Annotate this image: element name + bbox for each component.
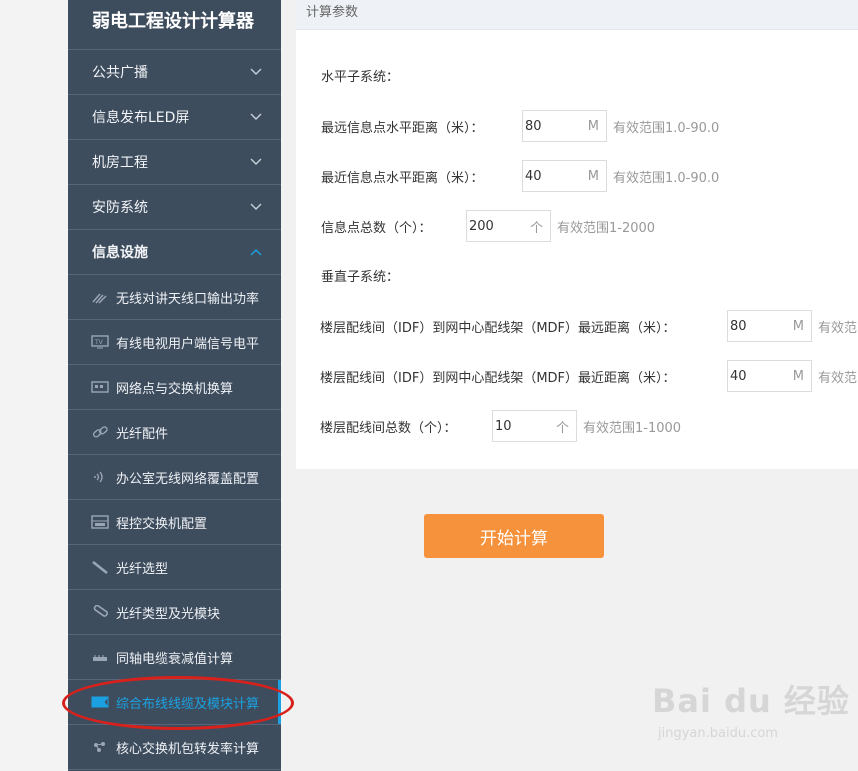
farthest-horizontal-distance-input[interactable]: M bbox=[522, 110, 607, 142]
watermark-brand: Bai du 经验 bbox=[652, 682, 850, 720]
unit-label: M bbox=[792, 368, 804, 384]
unit-label: 个 bbox=[529, 220, 543, 236]
sidebar-item-label: 综合布线线缆及模块计算 bbox=[116, 696, 260, 712]
field-row-nearest-horizontal: 最近信息点水平距离（米）： M 有效范围1.0-90.0 bbox=[321, 160, 719, 192]
info-point-total-field[interactable] bbox=[467, 218, 523, 234]
cabling-icon bbox=[90, 694, 110, 710]
baidu-watermark: Bai du 经验 jingyan.baidu.com bbox=[652, 676, 850, 741]
chevron-down-icon bbox=[249, 200, 263, 214]
field-row-nearest-idf-mdf: 楼层配线间（IDF）到网中心配线架（MDF）最近距离（米）： M 有效范 bbox=[320, 360, 857, 392]
field-row-farthest-idf-mdf: 楼层配线间（IDF）到网中心配线架（MDF）最远距离（米）： M 有效范 bbox=[320, 310, 857, 342]
sidebar-item-coax-attenuation[interactable]: 同轴电缆衰减值计算 bbox=[68, 635, 281, 680]
antenna-icon bbox=[90, 289, 110, 305]
link-icon bbox=[90, 424, 110, 440]
range-hint: 有效范围1.0-90.0 bbox=[613, 170, 720, 186]
info-point-total-input[interactable]: 个 bbox=[466, 210, 551, 242]
sidebar-category-security[interactable]: 安防系统 bbox=[68, 185, 281, 230]
sidebar-item-label: 网络点与交换机换算 bbox=[116, 381, 234, 397]
core-switch-icon bbox=[90, 739, 110, 755]
fiber-module-icon bbox=[90, 604, 110, 620]
sidebar-item-walkie-antenna-power[interactable]: 无线对讲天线口输出功率 bbox=[68, 275, 281, 320]
sidebar-item-label: 办公室无线网络覆盖配置 bbox=[116, 471, 260, 487]
sidebar-item-label: 无线对讲天线口输出功率 bbox=[116, 291, 260, 307]
wifi-icon bbox=[90, 469, 110, 485]
sidebar-item-pbx-config[interactable]: 程控交换机配置 bbox=[68, 500, 281, 545]
sidebar: 弱电工程设计计算器 公共广播 信息发布LED屏 机房工程 安防系统 信息设施 无… bbox=[68, 0, 281, 771]
sidebar-category-label: 安防系统 bbox=[92, 200, 148, 216]
field-label: 最远信息点水平距离（米）： bbox=[321, 120, 484, 136]
field-label: 楼层配线间（IDF）到网中心配线架（MDF）最近距离（米）： bbox=[320, 370, 676, 386]
sidebar-item-cable-tv-level[interactable]: TV 有线电视用户端信号电平 bbox=[68, 320, 281, 365]
nearest-idf-mdf-distance-field[interactable] bbox=[728, 368, 784, 384]
field-row-idf-total: 楼层配线间总数（个）： 个 有效范围1-1000 bbox=[320, 410, 681, 442]
sidebar-category-label: 信息发布LED屏 bbox=[92, 110, 190, 126]
watermark-url: jingyan.baidu.com bbox=[658, 726, 778, 741]
app-title: 弱电工程设计计算器 bbox=[68, 0, 281, 50]
idf-total-field[interactable] bbox=[493, 418, 549, 434]
sidebar-item-fiber-accessories[interactable]: 光纤配件 bbox=[68, 410, 281, 455]
switch-icon bbox=[90, 379, 110, 395]
calculation-panel: 计算参数 水平子系统： 最远信息点水平距离（米）： M 有效范围1.0-90.0… bbox=[296, 0, 858, 469]
field-label: 楼层配线间总数（个）： bbox=[320, 420, 457, 436]
field-label: 信息点总数（个）： bbox=[321, 220, 432, 236]
coax-icon bbox=[90, 649, 110, 665]
sidebar-category-machine-room[interactable]: 机房工程 bbox=[68, 140, 281, 185]
unit-label: M bbox=[792, 318, 804, 334]
unit-label: 个 bbox=[555, 420, 569, 436]
range-hint: 有效范围1.0-90.0 bbox=[613, 120, 720, 136]
nearest-horizontal-distance-input[interactable]: M bbox=[522, 160, 607, 192]
sidebar-item-fiber-types-modules[interactable]: 光纤类型及光模块 bbox=[68, 590, 281, 635]
pbx-icon bbox=[90, 514, 110, 530]
nearest-idf-mdf-distance-input[interactable]: M bbox=[727, 360, 812, 392]
sidebar-item-label: 程控交换机配置 bbox=[116, 516, 208, 532]
sidebar-category-label: 信息设施 bbox=[92, 245, 148, 261]
horizontal-subsystem-title: 水平子系统： bbox=[321, 70, 400, 85]
sidebar-item-fiber-selection[interactable]: 光纤选型 bbox=[68, 545, 281, 590]
chevron-down-icon bbox=[249, 155, 263, 169]
panel-header: 计算参数 bbox=[296, 0, 858, 30]
range-hint: 有效范围1-1000 bbox=[583, 420, 682, 436]
fiber-icon bbox=[90, 559, 110, 575]
sidebar-category-label: 公共广播 bbox=[92, 65, 148, 81]
sidebar-item-label: 核心交换机包转发率计算 bbox=[116, 741, 260, 757]
sidebar-category-public-broadcast[interactable]: 公共广播 bbox=[68, 50, 281, 95]
sidebar-item-label: 有线电视用户端信号电平 bbox=[116, 336, 260, 352]
sidebar-item-label: 同轴电缆衰减值计算 bbox=[116, 651, 234, 667]
field-label: 最近信息点水平距离（米）： bbox=[321, 170, 484, 186]
range-hint: 有效范围1-2000 bbox=[557, 220, 656, 236]
idf-total-input[interactable]: 个 bbox=[492, 410, 577, 442]
nearest-horizontal-distance-field[interactable] bbox=[523, 168, 579, 184]
range-hint: 有效范 bbox=[818, 370, 858, 386]
range-hint: 有效范 bbox=[818, 320, 858, 336]
sidebar-item-network-switch[interactable]: 网络点与交换机换算 bbox=[68, 365, 281, 410]
farthest-idf-mdf-distance-input[interactable]: M bbox=[727, 310, 812, 342]
sidebar-item-office-wifi[interactable]: 办公室无线网络覆盖配置 bbox=[68, 455, 281, 500]
chevron-up-icon bbox=[249, 245, 263, 259]
sidebar-item-label: 光纤配件 bbox=[116, 426, 169, 442]
chevron-down-icon bbox=[249, 65, 263, 79]
start-calculation-button[interactable]: 开始计算 bbox=[424, 514, 604, 558]
sidebar-item-label: 光纤类型及光模块 bbox=[116, 606, 221, 622]
farthest-idf-mdf-distance-field[interactable] bbox=[728, 318, 784, 334]
field-row-info-point-total: 信息点总数（个）： 个 有效范围1-2000 bbox=[321, 210, 655, 242]
sidebar-item-core-switch-forwarding[interactable]: 核心交换机包转发率计算 bbox=[68, 725, 281, 770]
sidebar-category-info-facilities[interactable]: 信息设施 bbox=[68, 230, 281, 275]
sidebar-item-structured-cabling[interactable]: 综合布线线缆及模块计算 bbox=[68, 680, 281, 725]
unit-label: M bbox=[587, 168, 599, 184]
sidebar-category-led-screen[interactable]: 信息发布LED屏 bbox=[68, 95, 281, 140]
sidebar-item-label: 光纤选型 bbox=[116, 561, 169, 577]
chevron-down-icon bbox=[249, 110, 263, 124]
unit-label: M bbox=[587, 118, 599, 134]
farthest-horizontal-distance-field[interactable] bbox=[523, 118, 579, 134]
field-row-farthest-horizontal: 最远信息点水平距离（米）： M 有效范围1.0-90.0 bbox=[321, 110, 719, 142]
tv-icon: TV bbox=[90, 334, 110, 350]
field-label: 楼层配线间（IDF）到网中心配线架（MDF）最远距离（米）： bbox=[320, 320, 676, 336]
svg-text:TV: TV bbox=[94, 339, 104, 346]
left-margin bbox=[0, 0, 68, 771]
sidebar-category-label: 机房工程 bbox=[92, 155, 148, 171]
vertical-subsystem-title: 垂直子系统： bbox=[321, 270, 400, 285]
